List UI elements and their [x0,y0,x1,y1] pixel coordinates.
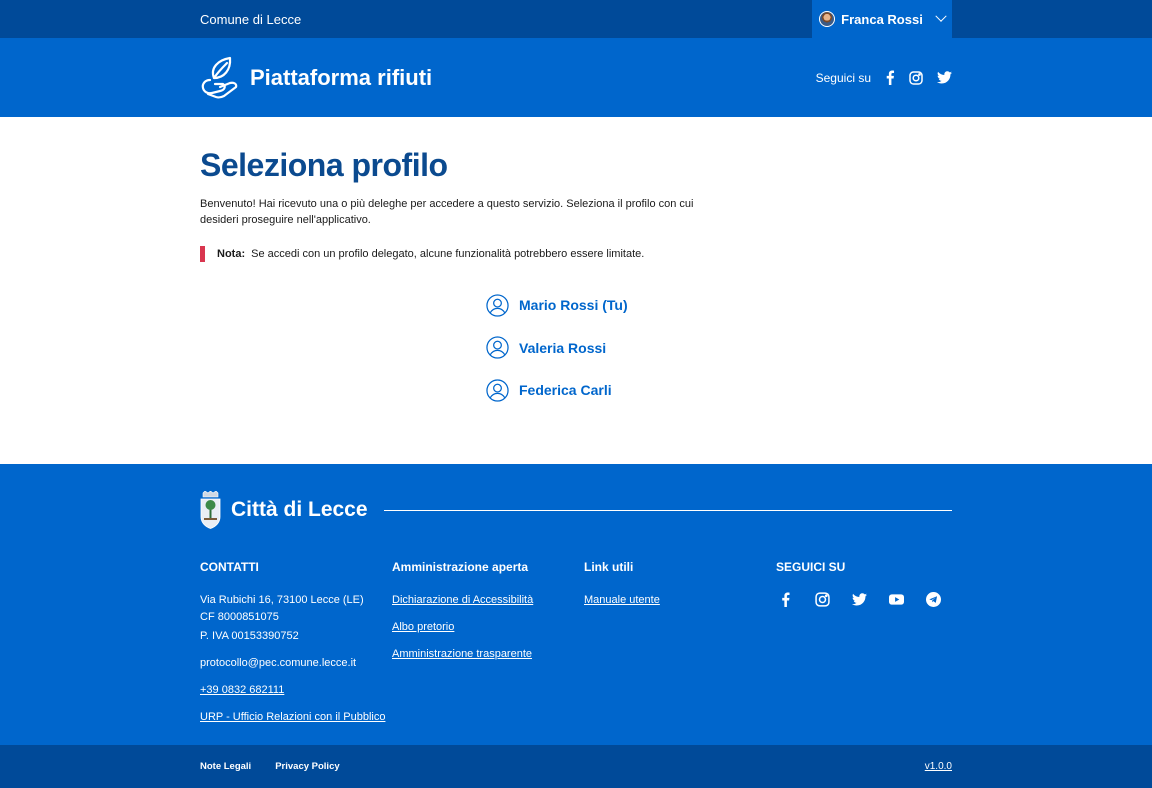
profile-list: Mario Rossi (Tu) Valeria Rossi Federica … [486,293,628,421]
social-top: Seguici su [816,70,952,85]
main-content: Seleziona profilo Benvenuto! Hai ricevut… [0,117,1152,464]
contact-cf: CF 8000851075 [200,611,279,623]
intro-text: Benvenuto! Hai ricevuto una o più delegh… [200,198,694,226]
admin-heading: Amministrazione aperta [392,560,529,574]
profile-label: Federica Carli [519,382,612,398]
profile-item-valeria-rossi[interactable]: Valeria Rossi [486,336,628,360]
note-text: Se accedi con un profilo delegato, alcun… [251,248,645,260]
contact-piva: P. IVA 00153390752 [200,630,299,642]
facebook-icon[interactable] [885,70,895,85]
footer-brand-name: Città di Lecce [231,498,368,521]
contacts-heading: CONTATTI [200,560,259,574]
follow-heading: SEGUICI SU [776,560,846,574]
footer-brand: Città di Lecce [200,490,952,530]
footer-bottom-bar: Note Legali Privacy Policy v1.0.0 [0,745,1152,788]
profile-item-federica-carli[interactable]: Federica Carli [486,378,628,402]
footer-divider [383,509,952,511]
youtube-icon[interactable] [889,592,904,607]
profile-item-mario-rossi[interactable]: Mario Rossi (Tu) [486,293,628,317]
contact-phone-link[interactable]: +39 0832 682111 [200,682,392,698]
ente-link[interactable]: Comune di Lecce [200,12,301,27]
footer-col-useful: Link utili Manuale utente [584,560,776,736]
twitter-icon[interactable] [937,71,952,84]
version-link[interactable]: v1.0.0 [925,761,952,772]
city-crest-icon [200,491,221,529]
app-title: Piattaforma rifiuti [250,64,433,90]
page-title: Seleziona profilo [200,147,448,183]
note-callout: Nota: Se accedi con un profilo delegato,… [200,246,952,262]
profile-label: Mario Rossi (Tu) [519,297,628,313]
urp-link[interactable]: URP - Ufficio Relazioni con il Pubblico [200,709,392,725]
user-name: Franca Rossi [841,11,923,27]
footer-col-contacts: CONTATTI Via Rubichi 16, 73100 Lecce (LE… [200,560,392,736]
contact-pec: protocollo@pec.comune.lecce.it [200,657,357,669]
user-menu-button[interactable]: Franca Rossi [812,0,952,38]
twitter-icon[interactable] [852,592,867,607]
profile-label: Valeria Rossi [519,339,607,356]
avatar [819,11,836,27]
note-label: Nota: [217,248,246,260]
footer-col-follow: SEGUICI SU [776,560,952,736]
chevron-down-icon [935,10,947,22]
telegram-icon[interactable] [926,592,941,607]
user-circle-icon [486,336,509,359]
brand[interactable]: Piattaforma rifiuti [200,56,432,100]
accessibility-link[interactable]: Dichiarazione di Accessibilità [392,592,584,608]
user-manual-link[interactable]: Manuale utente [584,592,776,608]
footer: Città di Lecce CONTATTI Via Rubichi 16, … [0,464,1152,788]
note-bar [200,246,205,262]
leaf-hand-logo-icon [200,56,240,100]
social-label: Seguici su [815,70,871,85]
instagram-icon[interactable] [815,592,830,607]
facebook-icon[interactable] [778,592,793,607]
legal-notes-link[interactable]: Note Legali [200,761,251,772]
privacy-policy-link[interactable]: Privacy Policy [275,761,339,772]
slim-header: Comune di Lecce Franca Rossi [0,0,1152,38]
instagram-icon[interactable] [909,70,923,85]
useful-heading: Link utili [584,560,634,574]
contact-address: Via Rubichi 16, 73100 Lecce (LE) [200,594,364,606]
trasparenza-link[interactable]: Amministrazione trasparente [392,646,584,662]
center-header: Piattaforma rifiuti Seguici su [0,38,1152,117]
albo-pretorio-link[interactable]: Albo pretorio [392,619,584,635]
footer-col-admin: Amministrazione aperta Dichiarazione di … [392,560,584,736]
user-circle-icon [486,293,509,317]
user-circle-icon [486,378,509,402]
